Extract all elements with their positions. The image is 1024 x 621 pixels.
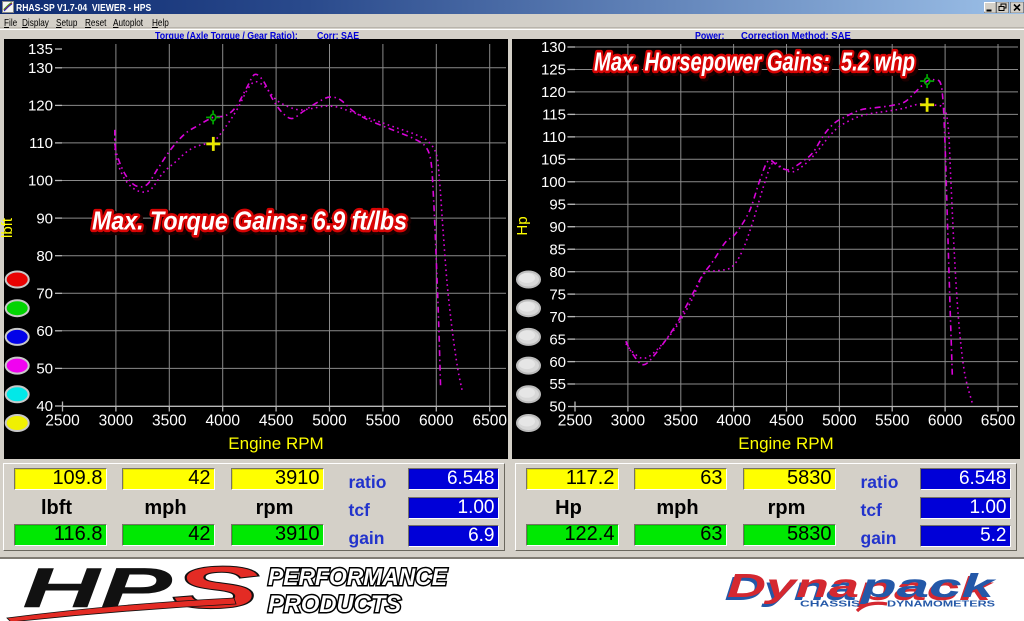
svg-text:Engine RPM: Engine RPM xyxy=(228,434,323,453)
svg-text:4000: 4000 xyxy=(716,413,751,430)
svg-text:110: 110 xyxy=(29,135,53,152)
svg-text:Max. Horsepower Gains: 5.2 wh: Max. Horsepower Gains: 5.2 whp xyxy=(594,49,915,77)
svg-text:Hp: Hp xyxy=(514,216,531,235)
svg-text:6500: 6500 xyxy=(472,413,507,430)
svg-text:2500: 2500 xyxy=(45,413,80,430)
svg-text:105: 105 xyxy=(541,152,566,169)
svg-text:PERFORMANCE: PERFORMANCE xyxy=(268,564,448,591)
svg-text:lbft: lbft xyxy=(0,217,16,238)
svg-text:PRODUCTS: PRODUCTS xyxy=(268,591,401,618)
svg-text:6500: 6500 xyxy=(981,413,1016,430)
svg-text:120: 120 xyxy=(28,98,53,115)
svg-text:125: 125 xyxy=(541,62,566,79)
svg-text:70: 70 xyxy=(36,286,53,303)
svg-text:110: 110 xyxy=(542,129,566,146)
svg-text:CHASSIS: CHASSIS xyxy=(800,599,861,609)
svg-text:6000: 6000 xyxy=(419,413,454,430)
svg-text:90: 90 xyxy=(549,219,566,236)
svg-text:85: 85 xyxy=(549,241,566,258)
svg-text:130: 130 xyxy=(28,60,53,77)
svg-text:3500: 3500 xyxy=(664,413,699,430)
svg-text:100: 100 xyxy=(28,173,53,190)
svg-text:70: 70 xyxy=(549,309,566,326)
svg-text:3000: 3000 xyxy=(99,413,134,430)
svg-text:4500: 4500 xyxy=(259,413,294,430)
svg-text:Max. Torque Gains: 6.9 ft/lbs: Max. Torque Gains: 6.9 ft/lbs xyxy=(92,206,407,236)
svg-text:5500: 5500 xyxy=(875,413,910,430)
svg-text:4000: 4000 xyxy=(205,413,240,430)
svg-text:Engine RPM: Engine RPM xyxy=(738,434,833,453)
svg-text:130: 130 xyxy=(541,39,566,56)
svg-text:DYNAMOMETERS: DYNAMOMETERS xyxy=(887,599,995,609)
svg-text:90: 90 xyxy=(36,210,53,227)
svg-text:115: 115 xyxy=(542,107,566,124)
svg-text:100: 100 xyxy=(541,174,566,191)
svg-text:65: 65 xyxy=(549,331,566,348)
svg-text:6000: 6000 xyxy=(928,413,963,430)
svg-text:75: 75 xyxy=(549,286,566,303)
svg-text:95: 95 xyxy=(549,197,566,214)
svg-text:55: 55 xyxy=(549,376,566,393)
svg-text:60: 60 xyxy=(36,323,53,340)
svg-text:S: S xyxy=(172,555,260,621)
svg-text:5000: 5000 xyxy=(822,413,857,430)
svg-text:2500: 2500 xyxy=(558,413,593,430)
svg-text:120: 120 xyxy=(541,84,566,101)
svg-text:3000: 3000 xyxy=(611,413,646,430)
svg-text:4500: 4500 xyxy=(769,413,804,430)
svg-text:5500: 5500 xyxy=(366,413,401,430)
svg-text:80: 80 xyxy=(36,248,53,265)
svg-text:135: 135 xyxy=(28,41,53,58)
svg-text:80: 80 xyxy=(549,264,566,281)
svg-text:3500: 3500 xyxy=(152,413,187,430)
svg-text:60: 60 xyxy=(549,354,566,371)
svg-text:50: 50 xyxy=(36,361,53,378)
svg-text:5000: 5000 xyxy=(312,413,347,430)
